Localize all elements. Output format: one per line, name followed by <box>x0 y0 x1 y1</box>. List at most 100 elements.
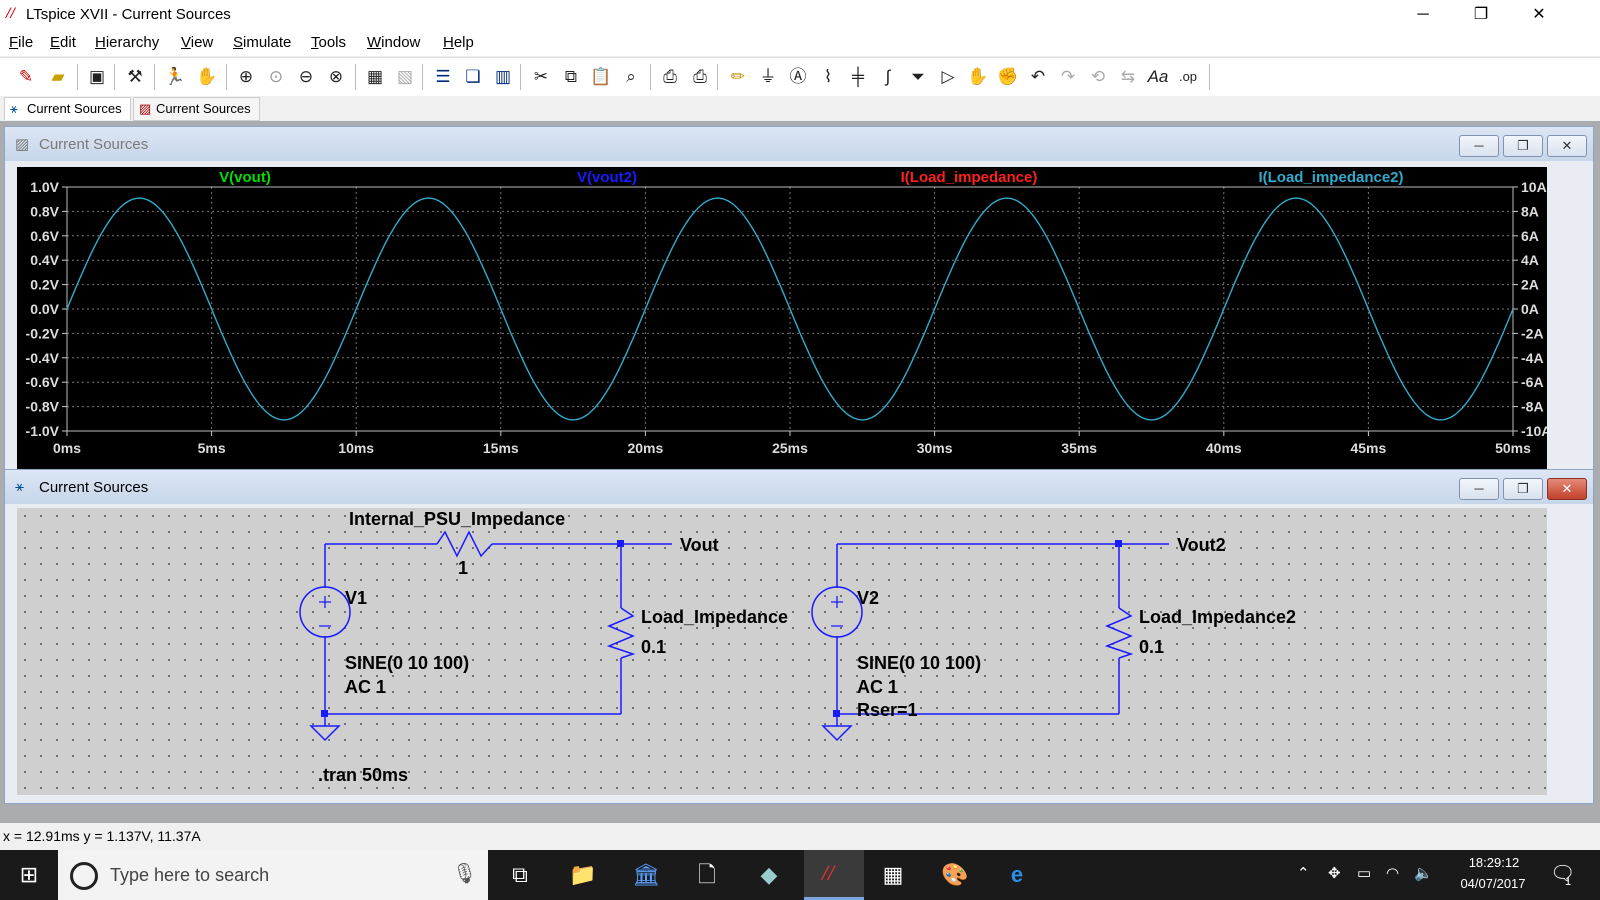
source-v2-ac[interactable]: AC 1 <box>857 677 898 697</box>
tab-schematic[interactable]: ⚹ Current Sources <box>4 97 131 120</box>
search-placeholder[interactable]: Type here to search <box>110 865 269 886</box>
minimize-button[interactable]: ─ <box>1394 0 1452 30</box>
spice-directive-tran[interactable]: .tran 50ms <box>318 765 408 785</box>
print-setup-icon[interactable]: ⎙ <box>657 64 683 90</box>
copy-icon[interactable]: ⧉ <box>558 64 584 90</box>
menu-window[interactable]: Window <box>367 34 420 51</box>
dropbox-icon[interactable]: ✥ <box>1328 864 1341 882</box>
calculator-icon[interactable]: ▦ <box>877 859 909 891</box>
source-v2-value[interactable]: SINE(0 10 100) <box>857 653 981 673</box>
cascade-icon[interactable]: ❏ <box>460 64 486 90</box>
maximize-button[interactable]: ❐ <box>1452 0 1510 30</box>
minimize-button[interactable]: ─ <box>1459 135 1499 157</box>
capacitor-icon[interactable]: ╪ <box>845 64 871 90</box>
close-button[interactable]: ✕ <box>1547 135 1587 157</box>
schematic-svg[interactable]: Internal_PSU_Impedance 1 Vout V1 SINE(0 … <box>17 508 1547 795</box>
fft-icon[interactable]: ▧ <box>392 64 418 90</box>
tile-vertical-icon[interactable]: ▥ <box>490 64 516 90</box>
minimize-button[interactable]: ─ <box>1459 478 1499 500</box>
zoom-pan-icon[interactable]: ⊙ <box>263 64 289 90</box>
draw-wire-icon[interactable]: ✏ <box>725 64 751 90</box>
mirror-icon[interactable]: ⇆ <box>1115 64 1141 90</box>
windows-start-icon[interactable]: ⊞ <box>13 859 45 891</box>
close-button[interactable]: ✕ <box>1547 478 1587 500</box>
show-hidden-icons-icon[interactable]: ⌃ <box>1297 864 1310 882</box>
volume-icon[interactable]: 🔈 <box>1414 864 1433 882</box>
resistor-internal-value[interactable]: 1 <box>458 558 468 578</box>
bank-app-icon[interactable]: 🏛 <box>630 859 662 891</box>
maximize-button[interactable]: ❐ <box>1503 135 1543 157</box>
resistor-load-symbol[interactable] <box>606 607 636 659</box>
resistor-icon[interactable]: ⌇ <box>815 64 841 90</box>
halt-icon[interactable]: ✋ <box>194 64 220 90</box>
paste-icon[interactable]: 📋 <box>588 64 614 90</box>
zoom-fit-icon[interactable]: ⊗ <box>323 64 349 90</box>
source-v1-ac[interactable]: AC 1 <box>345 677 386 697</box>
resistor-internal-symbol[interactable] <box>436 530 493 558</box>
ltspice-taskbar-button[interactable]: // <box>804 850 864 900</box>
plot-svg[interactable]: 0ms 5ms 10ms 15ms 20ms 25ms 30ms 35ms 40ms 45ms 50… <box>17 167 1552 470</box>
waveform-plot[interactable]: 0ms 5ms 10ms 15ms 20ms 25ms 30ms 35ms 40ms 45ms 50… <box>17 167 1552 470</box>
wifi-icon[interactable]: ◠ <box>1386 864 1399 882</box>
paint-icon[interactable]: 🎨 <box>939 859 971 891</box>
text-icon[interactable]: Aa <box>1145 64 1171 90</box>
cut-icon[interactable]: ✂ <box>528 64 554 90</box>
resistor-load2-symbol[interactable] <box>1104 607 1134 659</box>
source-v2-rser[interactable]: Rser=1 <box>857 700 918 720</box>
tile-horizontal-icon[interactable]: ☰ <box>430 64 456 90</box>
rotate-icon[interactable]: ⟲ <box>1085 64 1111 90</box>
move-icon[interactable]: ✋ <box>965 64 991 90</box>
menu-view[interactable]: View <box>181 34 213 51</box>
net-label-vout2[interactable]: Vout2 <box>1177 535 1226 555</box>
find-icon[interactable]: ⌕ <box>618 64 644 90</box>
menu-help[interactable]: Help <box>443 34 474 51</box>
spice-directive-icon[interactable]: .op <box>1175 64 1201 90</box>
resistor-internal-name[interactable]: Internal_PSU_Impedance <box>349 509 565 529</box>
redo-icon[interactable]: ↷ <box>1055 64 1081 90</box>
zoom-out-icon[interactable]: ⊖ <box>293 64 319 90</box>
schematic-window-titlebar[interactable]: ⚹ Current Sources ─ ❐ ✕ <box>5 470 1593 504</box>
zoom-in-icon[interactable]: ⊕ <box>233 64 259 90</box>
save-icon[interactable]: ▣ <box>84 64 110 90</box>
menu-edit[interactable]: Edit <box>50 34 76 51</box>
menu-file[interactable]: File <box>9 34 33 51</box>
voltage-source-v2-symbol[interactable] <box>811 586 863 638</box>
net-label-vout[interactable]: Vout <box>680 535 719 555</box>
label-net-icon[interactable]: Ⓐ <box>785 64 811 90</box>
maximize-button[interactable]: ❐ <box>1503 478 1543 500</box>
component-icon[interactable]: ▷ <box>935 64 961 90</box>
inductor-icon[interactable]: ∫ <box>875 64 901 90</box>
resistor-load2-value[interactable]: 0.1 <box>1139 637 1164 657</box>
autorange-icon[interactable]: ▦ <box>362 64 388 90</box>
menu-simulate[interactable]: Simulate <box>233 34 291 51</box>
resistor-load-name[interactable]: Load_Impedance <box>641 607 788 627</box>
close-button[interactable]: ✕ <box>1510 0 1568 30</box>
diode-icon[interactable]: ⏷ <box>905 64 931 90</box>
resistor-load-value[interactable]: 0.1 <box>641 637 666 657</box>
undo-icon[interactable]: ↶ <box>1025 64 1051 90</box>
clock-time[interactable]: 18:29:12 <box>1462 855 1526 870</box>
new-schematic-icon[interactable]: ✎ <box>13 64 39 90</box>
ground-symbol-2[interactable] <box>821 714 853 742</box>
drag-icon[interactable]: ✊ <box>995 64 1021 90</box>
file-explorer-icon[interactable]: 📁 <box>567 859 599 891</box>
menu-hierarchy[interactable]: Hierarchy <box>95 34 159 51</box>
source-v2-name[interactable]: V2 <box>857 588 879 608</box>
taskbar-search[interactable]: Type here to search 🎙 <box>58 850 488 900</box>
source-v1-value[interactable]: SINE(0 10 100) <box>345 653 469 673</box>
schematic-canvas[interactable]: Internal_PSU_Impedance 1 Vout V1 SINE(0 … <box>17 508 1547 795</box>
battery-icon[interactable]: ▭ <box>1357 864 1371 882</box>
voltage-source-v1-symbol[interactable] <box>299 586 351 638</box>
run-icon[interactable]: 🏃 <box>162 64 188 90</box>
control-panel-icon[interactable]: ⚒ <box>122 64 148 90</box>
menu-tools[interactable]: Tools <box>311 34 346 51</box>
waveform-window-titlebar[interactable]: ▨ Current Sources ─ ❐ ✕ <box>5 127 1593 161</box>
document-icon[interactable]: 🗋 <box>691 859 723 891</box>
microphone-icon[interactable]: 🎙 <box>452 861 477 886</box>
edge-browser-icon[interactable]: e <box>1001 859 1033 891</box>
resistor-load2-name[interactable]: Load_Impedance2 <box>1139 607 1296 627</box>
app-icon[interactable]: ◆ <box>753 859 785 891</box>
clock-date[interactable]: 04/07/2017 <box>1450 876 1536 891</box>
notification-icon[interactable]: 🗨 <box>1550 861 1575 886</box>
ground-symbol-1[interactable] <box>309 714 341 742</box>
